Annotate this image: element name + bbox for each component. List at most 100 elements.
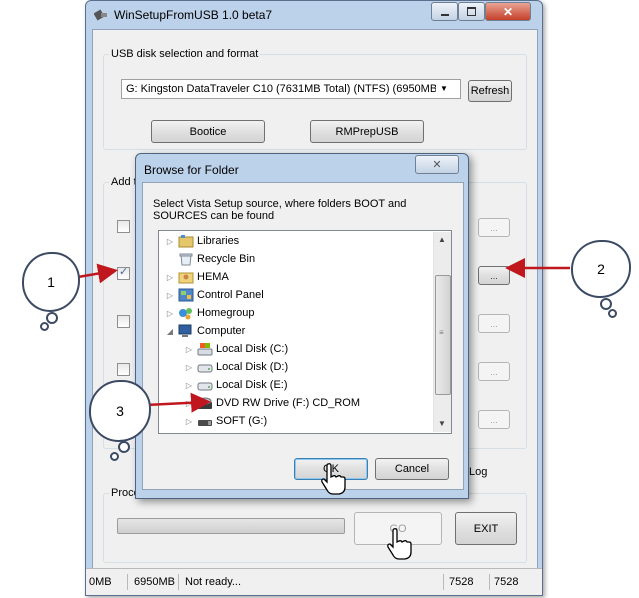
callout-3-label: 3 [116,403,124,419]
browse-button-2[interactable]: ... [478,266,510,285]
recycle-bin-icon [178,252,194,266]
dialog-title: Browse for Folder [144,163,239,177]
callout-3-puff [118,441,130,453]
tree-item-label: DVD RW Drive (F:) CD_ROM [216,397,361,409]
computer-icon [178,324,194,338]
rmprepusb-button[interactable]: RMPrepUSB [310,120,424,143]
usb-disk-select[interactable]: G: Kingston DataTraveler C10 (7631MB Tot… [121,79,461,99]
close-button[interactable]: ✕ [485,2,531,21]
status-message: Not ready... [185,574,444,590]
tree-item[interactable]: ▷ SOFT (G:) [184,412,267,430]
progress-bar [117,518,345,534]
scroll-up-icon[interactable]: ▲ [438,235,446,244]
tree-item[interactable]: ◢ Computer [165,322,245,340]
grip-icon: ≡ [439,328,444,337]
expand-arrow-icon[interactable]: ▷ [184,363,194,372]
tree-item[interactable]: ▷ Local Disk (E:) [184,376,288,394]
close-icon: ✕ [432,159,442,171]
maximize-icon [467,7,476,16]
browse-button-4[interactable]: ... [478,362,510,381]
hand-cursor-icon [387,528,412,560]
tree-scrollbar[interactable]: ▲ ≡ ▼ [433,232,451,432]
browse-folder-dialog: Browse for Folder ✕ Select Vista Setup s… [135,153,469,499]
status-value-1: 7528 [449,574,490,590]
homegroup-icon [178,306,194,320]
hand-cursor-icon [321,463,346,495]
browse-button-3[interactable]: ... [478,314,510,333]
tree-item-label: Control Panel [197,289,264,301]
callout-2: 2 [571,240,631,298]
callout-1-puff [40,322,49,331]
expand-arrow-icon[interactable]: ▷ [165,291,175,300]
tree-item[interactable]: Recycle Bin [165,250,255,268]
status-free: 6950MB [134,574,179,590]
expand-arrow-icon[interactable]: ▷ [165,309,175,318]
minimize-button[interactable] [431,2,458,21]
bootice-button[interactable]: Bootice [151,120,265,143]
status-bar: 0MB 6950MB Not ready... 7528 7528 [86,568,542,595]
callout-3-puff [110,452,119,461]
tree-item-label: SOFT (G:) [216,415,268,427]
expand-arrow-icon[interactable]: ▷ [165,237,175,246]
expand-arrow-icon[interactable]: ▷ [184,417,194,426]
dialog-client-area: Select Vista Setup source, where folders… [142,182,464,490]
chevron-down-icon: ▼ [440,83,448,93]
app-icon [94,9,107,21]
browse-button-5[interactable]: ... [478,410,510,429]
tree-item[interactable]: ▷ Local Disk (C:) [184,340,288,358]
tree-item[interactable]: ▷ Homegroup [165,304,254,322]
usb-drive-icon [197,414,213,428]
tree-item-label: Homegroup [197,307,255,319]
dialog-close-button[interactable]: ✕ [415,155,459,174]
source-checkbox-2[interactable]: ✓ [117,266,130,280]
tree-item[interactable]: ▷ DVD RW Drive (F:) CD_ROM [184,394,360,412]
scroll-down-icon[interactable]: ▼ [438,419,446,428]
log-label: Log [469,466,488,478]
tree-item-label: HEMA [197,271,229,283]
dialog-instruction: Select Vista Setup source, where folders… [153,198,407,222]
dvd-drive-icon [197,396,213,410]
tree-item[interactable]: ▷ Libraries [165,232,239,250]
browse-button-1[interactable]: ... [478,218,510,237]
callout-2-puff [608,309,617,318]
checkmark-icon: ✓ [119,266,129,278]
scroll-thumb[interactable]: ≡ [435,275,451,395]
folder-tree[interactable]: ▷ Libraries Recycle Bin ▷ HEMA ▷ Control Panel… [158,230,452,434]
exit-button[interactable]: EXIT [455,512,517,545]
collapse-arrow-icon[interactable]: ◢ [165,327,175,336]
minimize-icon [440,13,449,16]
maximize-button[interactable] [458,2,485,21]
usb-group-label: USB disk selection and format [109,48,261,60]
expand-arrow-icon[interactable]: ▷ [184,381,194,390]
source-checkbox-4[interactable] [117,363,130,376]
expand-arrow-icon[interactable]: ▷ [165,273,175,282]
callout-1: 1 [22,252,80,312]
tree-item[interactable]: ▷ Control Panel [165,286,264,304]
tree-item-label: Local Disk (C:) [216,343,289,355]
callout-1-puff [46,312,58,324]
close-icon: ✕ [502,4,514,19]
window-title: WinSetupFromUSB 1.0 beta7 [114,8,273,22]
callout-1-label: 1 [47,274,55,290]
callout-2-label: 2 [597,261,605,277]
user-folder-icon [178,270,194,284]
status-value-2: 7528 [494,576,519,588]
title-bar[interactable]: WinSetupFromUSB 1.0 beta7 ✕ [86,1,542,29]
tree-item-label: Recycle Bin [197,253,256,265]
expand-arrow-icon[interactable]: ▷ [184,399,194,408]
source-checkbox-1[interactable] [117,220,130,233]
tree-item[interactable]: ▷ Local Disk (D:) [184,358,288,376]
tree-item-label: Computer [197,325,246,337]
libraries-icon [178,234,194,248]
source-checkbox-3[interactable] [117,315,130,328]
refresh-button[interactable]: Refresh [468,80,512,102]
expand-arrow-icon[interactable]: ▷ [184,345,194,354]
hard-drive-icon [197,378,213,392]
dropdown-arrow[interactable]: ▼ [436,80,452,96]
tree-item[interactable]: ▷ HEMA [165,268,229,286]
tree-item-label: Libraries [197,235,240,247]
system-drive-icon [197,342,213,356]
hard-drive-icon [197,360,213,374]
control-panel-icon [178,288,194,302]
cancel-button[interactable]: Cancel [375,458,449,480]
